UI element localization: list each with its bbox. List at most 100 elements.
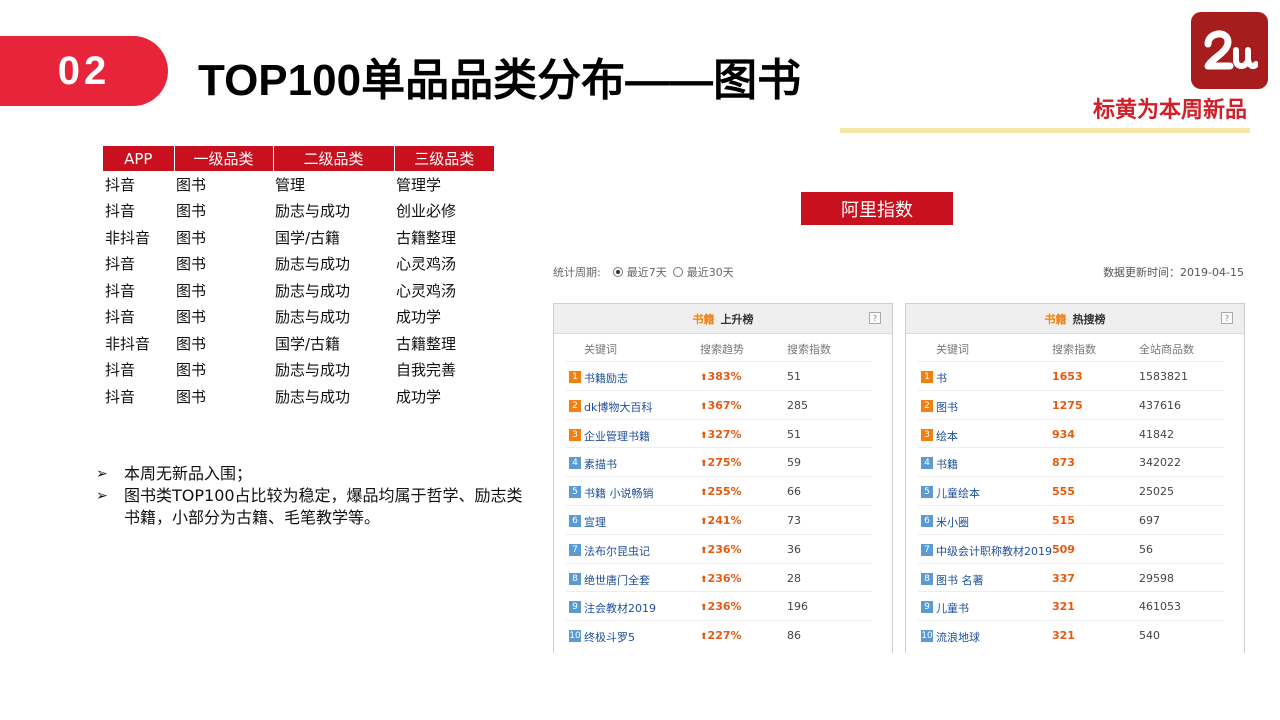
search-index: 36 — [787, 542, 801, 556]
table-cell: 管理 — [275, 175, 306, 194]
radio-30days[interactable] — [672, 267, 683, 277]
rank-badge: 10 — [921, 630, 933, 643]
keyword-link[interactable]: 书籍 — [936, 456, 958, 472]
search-index: 321 — [1052, 600, 1075, 614]
rank-row: 10 流浪地球 321 540 — [918, 620, 1224, 649]
keyword-link[interactable]: 儿童书 — [936, 600, 969, 616]
keyword-link[interactable]: 图书 — [936, 399, 958, 415]
product-count: 29598 — [1139, 571, 1174, 585]
new-item-note: 标黄为本周新品 — [1092, 98, 1247, 123]
trend-percent: 367% — [707, 398, 742, 412]
keyword-link[interactable]: 米小圈 — [936, 514, 969, 530]
up-arrow-icon: ⬆ — [700, 401, 708, 412]
rank-badge: 7 — [921, 543, 933, 556]
keyword-link[interactable]: 素描书 — [584, 456, 617, 472]
rising-panel: 书籍 上升榜 ? 关键词 搜索趋势 搜索指数 1 书籍励志 ⬆383% 51 2 dk博物… — [553, 303, 893, 653]
keyword-link[interactable]: 流浪地球 — [936, 629, 980, 645]
rank-row: 8 绝世唐门全套 ⬆236% 28 — [566, 562, 872, 592]
keyword-link[interactable]: 儿童绘本 — [936, 485, 980, 501]
table-row: 抖音 图书 励志与成功 自我完善 — [103, 357, 494, 384]
keyword-link[interactable]: 法布尔昆虫记 — [584, 543, 650, 559]
column-header: 三级品类 — [393, 146, 494, 171]
up-arrow-icon: ⬆ — [700, 459, 708, 470]
product-count: 697 — [1139, 513, 1160, 527]
trend-value: ⬆236% — [700, 600, 742, 613]
rank-row: 8 图书 名著 337 29598 — [918, 562, 1224, 592]
help-icon[interactable]: ? — [1221, 312, 1233, 324]
table-cell: 图书 — [176, 361, 207, 380]
rising-category[interactable]: 书籍 — [693, 311, 715, 327]
trend-percent: 255% — [707, 485, 742, 499]
table-cell: 非抖音 — [105, 228, 151, 247]
table-cell: 励志与成功 — [275, 387, 351, 406]
bullet-item: 图书类TOP100占比较为稳定，爆品均属于哲学、励志类书籍，小部分为古籍、毛笔教… — [96, 485, 536, 529]
up-arrow-icon: ⬆ — [700, 373, 708, 383]
column-header: 搜索指数 — [1052, 343, 1096, 356]
table-row: 抖音 图书 励志与成功 成功学 — [103, 383, 494, 410]
page-title: TOP100单品品类分布——图书 — [198, 56, 802, 105]
period-option-7days[interactable]: 最近7天 — [627, 264, 667, 280]
keyword-link[interactable]: 书籍 小说畅销 — [584, 485, 654, 501]
keyword-link[interactable]: 中级会计职称教材2019 — [936, 543, 1052, 559]
keyword-link[interactable]: 注会教材2019 — [584, 600, 656, 616]
hot-category[interactable]: 书籍 — [1045, 311, 1067, 327]
rank-badge: 5 — [569, 486, 581, 499]
product-count: 56 — [1139, 542, 1153, 556]
rank-badge: 6 — [921, 514, 933, 527]
keyword-link[interactable]: 终极斗罗5 — [584, 629, 635, 645]
up-arrow-icon: ⬆ — [700, 574, 708, 585]
keyword-link[interactable]: 宣理 — [584, 514, 606, 530]
trend-percent: 241% — [707, 513, 742, 527]
trend-percent: 275% — [707, 456, 742, 470]
search-index: 51 — [787, 370, 801, 383]
keyword-link[interactable]: 书籍励志 — [584, 370, 628, 386]
keyword-link[interactable]: dk博物大百科 — [584, 399, 652, 415]
keyword-link[interactable]: 企业管理书籍 — [584, 428, 650, 444]
column-header: 关键词 — [936, 343, 969, 356]
keyword-link[interactable]: 图书 名著 — [936, 572, 984, 588]
trend-value: ⬆236% — [700, 572, 742, 585]
trend-value: ⬆275% — [700, 456, 742, 469]
up-arrow-icon: ⬆ — [700, 632, 708, 643]
search-index: 515 — [1052, 513, 1075, 527]
trend-percent: 236% — [707, 600, 742, 614]
search-index: 196 — [787, 600, 808, 614]
table-cell: 图书 — [176, 175, 207, 194]
search-index: 873 — [1052, 456, 1075, 470]
help-icon[interactable]: ? — [869, 312, 881, 324]
table-cell: 图书 — [176, 387, 207, 406]
rank-row: 4 书籍 873 342022 — [918, 447, 1224, 476]
period-selector: 统计周期: 最近7天 最近30天 — [553, 264, 734, 280]
up-arrow-icon: ⬆ — [700, 516, 708, 527]
table-cell: 国学/古籍 — [275, 228, 341, 247]
period-option-30days[interactable]: 最近30天 — [687, 264, 734, 280]
table-row: 非抖音 图书 国学/古籍 古籍整理 — [103, 224, 494, 251]
radio-7days[interactable] — [612, 267, 623, 277]
rising-title: 上升榜 — [720, 312, 754, 326]
up-arrow-icon: ⬆ — [700, 488, 708, 499]
table-row: 抖音 图书 励志与成功 成功学 — [103, 304, 494, 331]
rank-badge: 9 — [921, 601, 933, 614]
rising-list: 1 书籍励志 ⬆383% 51 2 dk博物大百科 ⬆367% 285 3 企业管理书籍 ⬆327%… — [554, 361, 892, 649]
table-header-row: APP 一级品类 二级品类 三级品类 — [103, 146, 494, 171]
rank-row: 1 书籍励志 ⬆383% 51 — [566, 361, 872, 390]
hot-panel-header: 书籍 热搜榜 ? — [906, 304, 1244, 334]
rank-row: 3 绘本 934 41842 — [918, 418, 1224, 448]
search-index: 509 — [1052, 542, 1075, 556]
rank-badge: 6 — [569, 514, 581, 527]
rank-badge: 3 — [921, 428, 933, 441]
trend-percent: 383% — [707, 370, 742, 383]
section-number: 02 — [0, 36, 168, 106]
rank-row: 4 素描书 ⬆275% 59 — [566, 447, 872, 476]
search-index: 337 — [1052, 571, 1075, 585]
rank-row: 5 儿童绘本 555 25025 — [918, 476, 1224, 505]
rank-row: 10 终极斗罗5 ⬆227% 86 — [566, 620, 872, 649]
rank-badge: 3 — [569, 428, 581, 441]
keyword-link[interactable]: 绘本 — [936, 428, 958, 444]
rank-row: 7 中级会计职称教材2019 509 56 — [918, 533, 1224, 563]
search-index: 59 — [787, 456, 801, 470]
rank-badge: 4 — [569, 457, 581, 470]
keyword-link[interactable]: 书 — [936, 370, 947, 386]
product-count: 540 — [1139, 629, 1160, 643]
keyword-link[interactable]: 绝世唐门全套 — [584, 572, 650, 588]
